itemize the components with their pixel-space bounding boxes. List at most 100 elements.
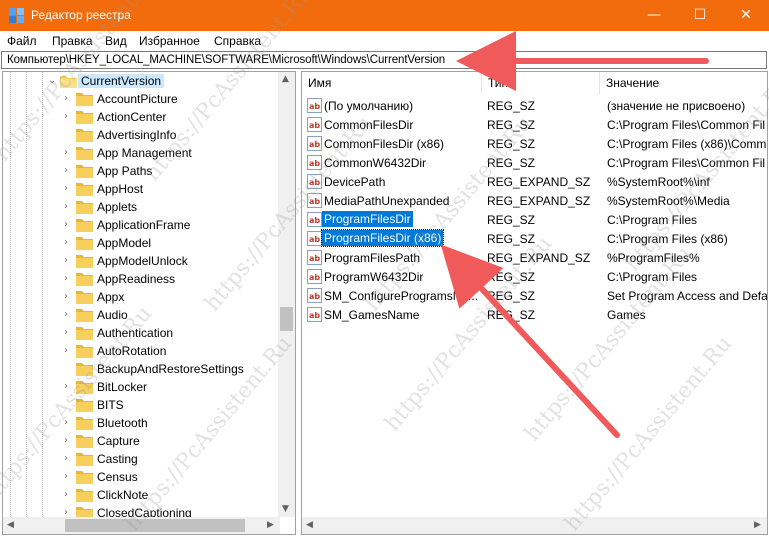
chevron-right-icon[interactable]: › [64,345,72,357]
folder-icon [76,237,93,250]
value-row[interactable]: ab ProgramW6432Dir REG_SZ C:\Program Files [302,267,767,286]
address-path[interactable]: Компьютер\HKEY_LOCAL_MACHINE\SOFTWARE\Mi… [7,54,445,66]
value-row[interactable]: ab SM_GamesName REG_SZ Games [302,305,767,324]
column-header-name[interactable]: Имя [302,72,482,94]
scroll-down-arrow-icon[interactable]: ▼ [282,504,289,514]
value-data: C:\Program Files (x86) [607,232,728,246]
folder-icon [76,255,93,268]
menu-view[interactable]: Вид [105,34,127,48]
svg-text:ab: ab [309,121,320,130]
close-button[interactable]: ✕ [723,0,769,31]
tree-node-label: AppModelUnlock [97,254,188,268]
value-data: %ProgramFiles% [607,251,700,265]
string-value-icon: ab [307,307,322,322]
chevron-right-icon[interactable]: › [64,471,72,483]
address-bar[interactable]: Компьютер\HKEY_LOCAL_MACHINE\SOFTWARE\Mi… [1,51,767,69]
chevron-right-icon[interactable]: › [64,291,72,303]
column-header-type[interactable]: Тип [482,72,600,94]
svg-text:ab: ab [309,197,320,206]
value-row[interactable]: ab CommonW6432Dir REG_SZ C:\Program Files\C… [302,153,767,172]
svg-text:ab: ab [309,273,320,282]
chevron-right-icon[interactable]: › [64,435,72,447]
chevron-down-icon[interactable]: ⌄ [48,75,56,87]
chevron-right-icon[interactable]: › [64,183,72,195]
value-row[interactable]: ab ProgramFilesPath REG_EXPAND_SZ %ProgramF… [302,248,767,267]
menu-edit[interactable]: Правка [52,34,93,48]
tree-vertical-scrollbar[interactable]: ▲ ▼ [278,72,295,517]
string-value-icon: ab [307,288,322,303]
value-name: ProgramFilesDir (x86) [320,229,445,247]
tree-node-label: Appx [97,290,125,304]
value-row[interactable]: ab ProgramFilesDir (x86) REG_SZ C:\Program … [302,229,767,248]
maximize-button[interactable]: ☐ [677,0,723,31]
menu-file[interactable]: Файл [7,34,37,48]
folder-icon [76,453,93,466]
value-data: C:\Program Files\Common Fil [607,118,766,132]
scroll-right-arrow-icon[interactable]: ▶ [754,520,761,530]
tree-hscroll-thumb[interactable] [65,519,245,532]
column-header-data[interactable]: Значение [600,72,767,94]
chevron-right-icon[interactable]: › [64,273,72,285]
minimize-button[interactable]: — [631,0,677,31]
folder-icon [76,147,93,160]
value-type: REG_SZ [487,232,536,246]
menu-bar: Файл Правка Вид Избранное Справка [0,31,769,51]
list-horizontal-scrollbar[interactable]: ◀ ▶ [302,517,767,534]
chevron-right-icon[interactable]: › [64,327,72,339]
value-row[interactable]: ab (По умолчанию) REG_SZ (значение не присв… [302,96,767,115]
folder-icon [76,201,93,214]
chevron-right-icon[interactable]: › [64,93,72,105]
chevron-right-icon[interactable]: › [64,111,72,123]
chevron-right-icon[interactable]: › [64,237,72,249]
chevron-right-icon[interactable]: › [64,489,72,501]
string-value-icon: ab [307,269,322,284]
scroll-left-arrow-icon[interactable]: ◀ [7,520,14,530]
chevron-right-icon[interactable]: › [64,453,72,465]
window-title: Редактор реестра [31,8,131,22]
scroll-right-arrow-icon[interactable]: ▶ [267,520,274,530]
value-row[interactable]: ab SM_ConfigureProgramsNa... REG_SZ Set Pro… [302,286,767,305]
value-type: REG_EXPAND_SZ [487,251,591,265]
key-tree-pane[interactable]: ⌄ CurrentVersion › AccountPicture › ActionC… [2,71,296,535]
menu-favorites[interactable]: Избранное [139,34,200,48]
chevron-right-icon[interactable]: › [64,309,72,321]
folder-icon [76,489,93,502]
folder-icon [76,93,93,106]
chevron-right-icon[interactable]: › [64,165,72,177]
tree-scroll-thumb[interactable] [280,307,293,331]
value-row[interactable]: ab DevicePath REG_EXPAND_SZ %SystemRoot%\in… [302,172,767,191]
title-bar[interactable]: Редактор реестра — ☐ ✕ [0,0,769,31]
tree-node-label: AppModel [97,236,152,250]
tree-node-label: ActionCenter [97,110,167,124]
value-type: REG_SZ [487,270,536,284]
scroll-up-arrow-icon[interactable]: ▲ [282,74,289,84]
value-data: C:\Program Files [607,213,698,227]
values-list-pane[interactable]: Имя Тип Значение ab (По умолчанию) REG_SZ (… [301,71,768,535]
chevron-right-icon[interactable]: › [64,255,72,267]
tree-node-label: Audio [97,308,128,322]
chevron-right-icon[interactable]: › [64,417,72,429]
value-row[interactable]: ab CommonFilesDir REG_SZ C:\Program Files\C… [302,115,767,134]
tree-node-label: Capture [97,434,140,448]
value-row[interactable]: ab ProgramFilesDir REG_SZ C:\Program Files [302,210,767,229]
tree-node-label: AccountPicture [97,92,178,106]
chevron-right-icon[interactable]: › [64,147,72,159]
tree-node-label: Applets [97,200,138,214]
folder-icon [76,399,93,412]
tree-node-label: BackupAndRestoreSettings [97,362,244,376]
menu-help[interactable]: Справка [214,34,261,48]
svg-text:ab: ab [309,311,320,320]
chevron-right-icon[interactable]: › [64,219,72,231]
string-value-icon: ab [307,250,322,265]
string-value-icon: ab [307,117,322,132]
value-data: Set Program Access and Defau [607,289,768,303]
value-row[interactable]: ab MediaPathUnexpanded REG_EXPAND_SZ %Syste… [302,191,767,210]
scroll-left-arrow-icon[interactable]: ◀ [306,520,313,530]
chevron-right-icon[interactable]: › [64,381,72,393]
folder-icon [76,327,93,340]
tree-guide-line [42,72,43,517]
chevron-right-icon[interactable]: › [64,201,72,213]
value-row[interactable]: ab CommonFilesDir (x86) REG_SZ C:\Program F… [302,134,767,153]
string-value-icon: ab [307,155,322,170]
tree-horizontal-scrollbar[interactable]: ◀ ▶ [3,517,280,534]
